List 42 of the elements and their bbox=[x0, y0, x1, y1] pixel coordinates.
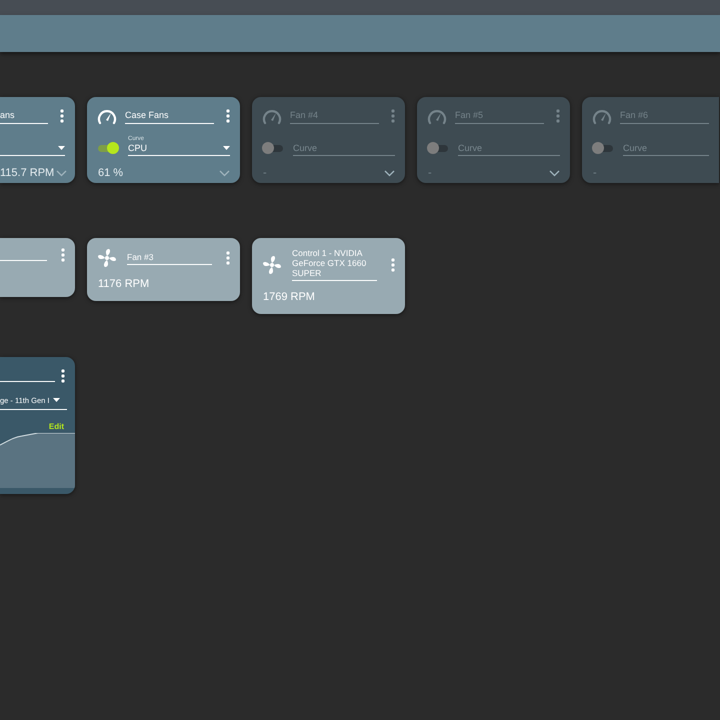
fan-name[interactable]: Fan #3 bbox=[127, 252, 212, 262]
more-menu-icon[interactable] bbox=[226, 109, 230, 123]
control-value: - bbox=[263, 166, 267, 181]
gauge-icon bbox=[262, 107, 282, 125]
curve-placeholder: Curve bbox=[293, 143, 318, 154]
control-value: 61 % bbox=[98, 166, 124, 181]
curve-value: CPU bbox=[128, 143, 148, 154]
dropdown-caret-icon bbox=[53, 398, 60, 402]
toggle-switch[interactable] bbox=[592, 142, 614, 154]
control-value: - bbox=[593, 166, 597, 181]
more-menu-icon[interactable] bbox=[60, 109, 64, 123]
fan-speed: 1769 RPM bbox=[263, 290, 316, 305]
toggle-switch[interactable] bbox=[262, 142, 284, 154]
chevron-down-icon[interactable] bbox=[549, 170, 560, 177]
gauge-icon bbox=[427, 107, 447, 125]
control-value: 115.7 RPM bbox=[0, 166, 54, 181]
fan-name[interactable]: Control 1 - NVIDIA GeForce GTX 1660 SUPER bbox=[292, 248, 377, 278]
fan-speed: 1176 RPM bbox=[98, 277, 150, 292]
curve-dropdown[interactable]: Curve bbox=[458, 134, 560, 156]
curve-dropdown[interactable]: Curve bbox=[293, 134, 395, 156]
more-menu-icon[interactable] bbox=[61, 368, 65, 382]
chevron-down-icon[interactable] bbox=[56, 170, 68, 177]
toggle-switch[interactable] bbox=[97, 142, 119, 154]
curve-dropdown[interactable]: Curve bbox=[623, 134, 709, 156]
control-name[interactable]: Fan #4 bbox=[290, 108, 379, 124]
curve-placeholder: Curve bbox=[623, 143, 648, 154]
control-name[interactable]: Fan #6 bbox=[620, 108, 709, 124]
curve-placeholder: Curve bbox=[458, 143, 484, 154]
gauge-icon bbox=[592, 107, 612, 125]
control-value: - bbox=[428, 166, 432, 181]
edit-link[interactable]: Edit bbox=[48, 422, 64, 432]
chevron-down-icon[interactable] bbox=[384, 170, 395, 177]
dropdown-caret-icon bbox=[223, 146, 230, 150]
chevron-down-icon[interactable] bbox=[219, 170, 230, 177]
fan-icon bbox=[97, 248, 117, 268]
gauge-icon bbox=[97, 107, 117, 125]
control-name[interactable]: Fan #5 bbox=[455, 108, 544, 124]
control-name[interactable]: ans bbox=[0, 108, 48, 124]
dropdown-caret-icon bbox=[58, 146, 65, 150]
control-name[interactable]: Case Fans bbox=[125, 108, 214, 124]
fan-icon bbox=[262, 254, 282, 274]
toggle-switch[interactable] bbox=[427, 142, 449, 154]
